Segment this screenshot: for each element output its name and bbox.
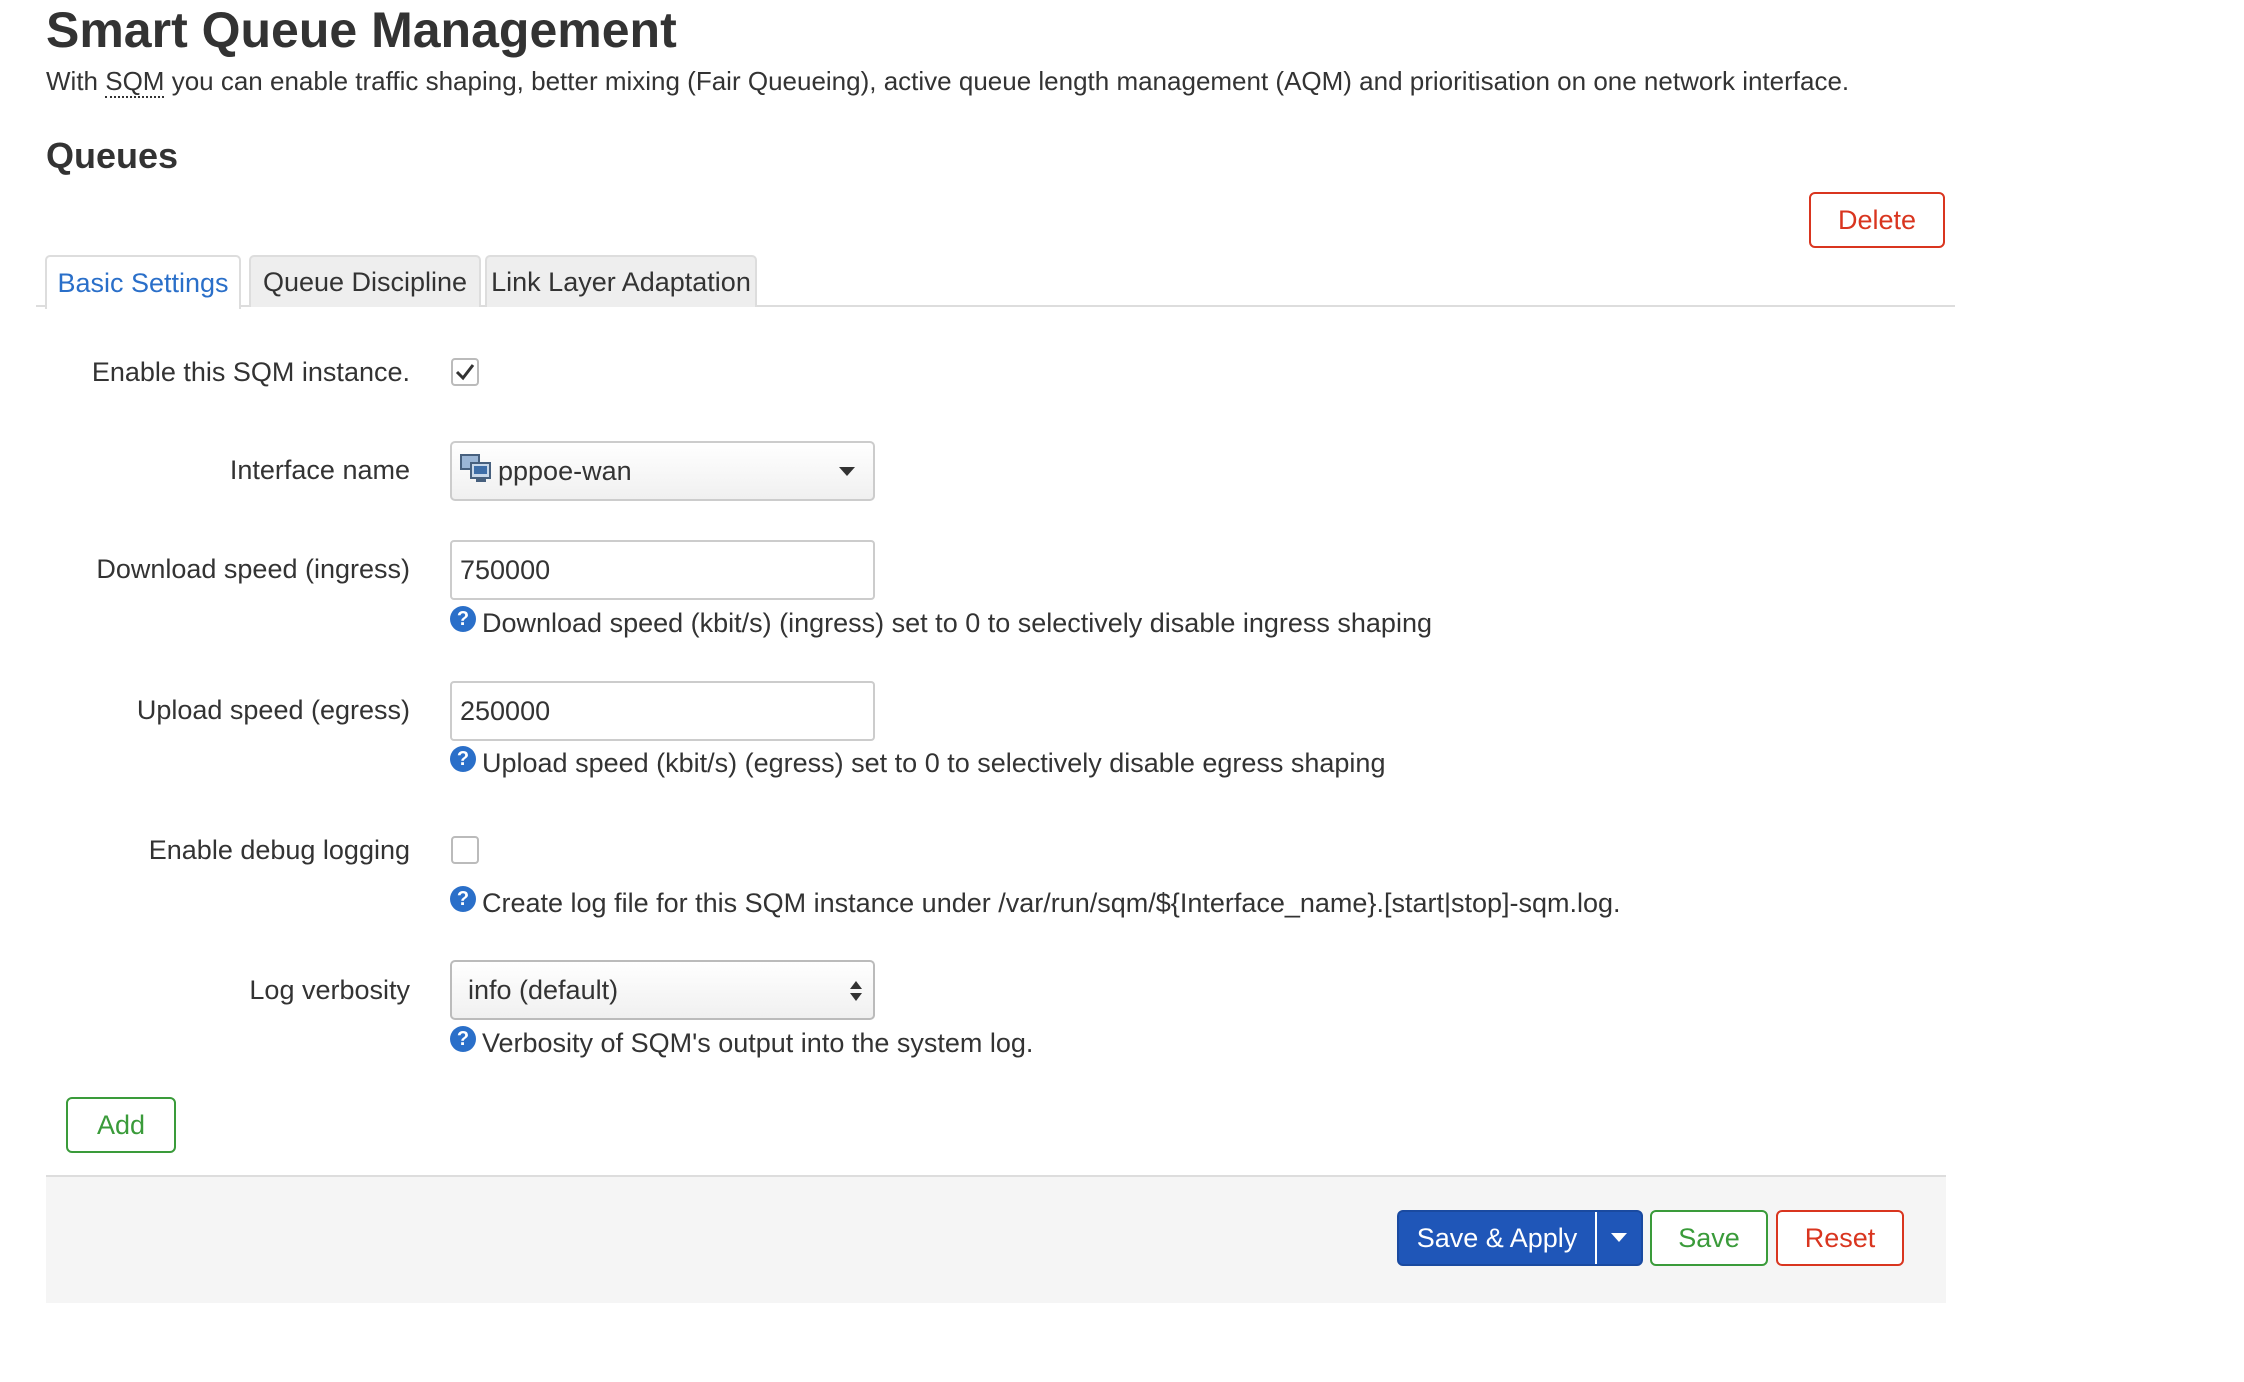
enable-sqm-checkbox[interactable]: [451, 358, 479, 386]
interface-name-label: Interface name: [229, 455, 410, 485]
debug-logging-checkbox[interactable]: [451, 836, 479, 864]
up-down-arrows-icon: [850, 981, 862, 1001]
save-apply-button-group: Save & Apply: [1397, 1210, 1643, 1266]
interface-select[interactable]: pppoe-wan: [450, 441, 875, 501]
download-speed-input[interactable]: [450, 540, 875, 600]
help-icon: ?: [450, 886, 476, 912]
help-icon: ?: [450, 606, 476, 632]
help-icon: ?: [450, 746, 476, 772]
section-title: Queues: [46, 135, 179, 176]
reset-button[interactable]: Reset: [1776, 1210, 1904, 1266]
log-verbosity-help: ? Verbosity of SQM's output into the sys…: [450, 1026, 1033, 1060]
chevron-down-icon: [839, 467, 855, 476]
tab-basic-settings[interactable]: Basic Settings: [45, 255, 241, 309]
upload-speed-help: ? Upload speed (kbit/s) (egress) set to …: [450, 746, 1385, 780]
save-apply-button[interactable]: Save & Apply: [1399, 1212, 1595, 1264]
download-speed-help: ? Download speed (kbit/s) (ingress) set …: [450, 606, 1432, 640]
debug-logging-help-text: Create log file for this SQM instance un…: [482, 888, 1621, 918]
debug-logging-label: Enable debug logging: [148, 835, 410, 865]
save-button[interactable]: Save: [1650, 1210, 1768, 1266]
enable-sqm-label: Enable this SQM instance.: [91, 357, 410, 387]
upload-speed-input[interactable]: [450, 681, 875, 741]
log-verbosity-select[interactable]: info (default): [450, 960, 875, 1020]
description-suffix: you can enable traffic shaping, better m…: [164, 66, 1850, 96]
upload-speed-label: Upload speed (egress): [136, 695, 410, 725]
description-prefix: With: [46, 66, 106, 96]
download-speed-label: Download speed (ingress): [96, 554, 410, 584]
page-title: Smart Queue Management: [46, 2, 677, 58]
page: Smart Queue Management With SQM you can …: [0, 0, 2244, 1382]
save-apply-dropdown-toggle[interactable]: [1595, 1212, 1641, 1264]
tab-link-layer-adaptation[interactable]: Link Layer Adaptation: [485, 255, 757, 307]
network-interface-icon: [460, 453, 492, 490]
tab-bar: Basic Settings Queue Discipline Link Lay…: [36, 255, 1955, 309]
interface-select-value: pppoe-wan: [498, 455, 632, 486]
page-description: With SQM you can enable traffic shaping,…: [46, 64, 1849, 98]
log-verbosity-value: info (default): [468, 974, 619, 1005]
sqm-abbreviation: SQM: [105, 66, 165, 98]
log-verbosity-label: Log verbosity: [249, 975, 410, 1005]
download-speed-help-text: Download speed (kbit/s) (ingress) set to…: [482, 608, 1432, 638]
upload-speed-help-text: Upload speed (kbit/s) (egress) set to 0 …: [482, 748, 1386, 778]
tab-queue-discipline[interactable]: Queue Discipline: [249, 255, 481, 307]
log-verbosity-help-text: Verbosity of SQM's output into the syste…: [482, 1028, 1034, 1058]
debug-logging-help: ? Create log file for this SQM instance …: [450, 886, 1621, 920]
help-icon: ?: [450, 1026, 476, 1052]
delete-button[interactable]: Delete: [1809, 192, 1945, 248]
add-button[interactable]: Add: [66, 1097, 176, 1153]
checkmark-icon: [455, 364, 475, 381]
chevron-down-icon: [1611, 1233, 1627, 1242]
